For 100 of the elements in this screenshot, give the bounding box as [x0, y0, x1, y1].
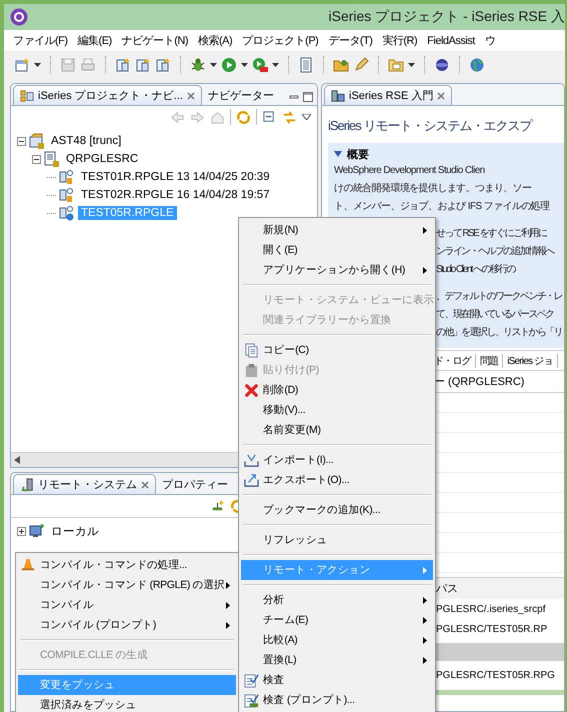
paragraph-line: WebSphere Development Studio Clien [334, 164, 486, 178]
file-icon[interactable] [135, 57, 151, 73]
new-file-icon[interactable] [14, 57, 30, 73]
menu-item[interactable]: プロジェクト(P) [237, 33, 324, 48]
menu-item[interactable]: コンパイル・コマンド (RPGLE) の選択 [18, 575, 236, 595]
checklist-icon [244, 672, 259, 688]
menu-item[interactable]: 編集(E) [72, 33, 117, 48]
tab[interactable]: ナビゲーター [202, 85, 280, 105]
pen-icon[interactable] [353, 57, 369, 73]
project-navigator-icon [20, 88, 34, 102]
menu-item[interactable]: 検査 [241, 670, 433, 690]
globe-icon[interactable] [469, 57, 485, 73]
traffic-cone-icon [21, 558, 36, 572]
paragraph-line: の他」を選択し、リストから「リ [436, 326, 564, 340]
window-title: iSeries プロジェクト - iSeries RSE 入 [328, 8, 565, 26]
menu-item[interactable]: エクスポート(O)... [241, 470, 433, 490]
menu-item[interactable]: ファイル(F) [8, 33, 73, 48]
paragraph-line: Studio Client への移行の [436, 263, 517, 277]
member-icon [59, 205, 75, 221]
import-icon [244, 452, 259, 468]
tree-item[interactable]: QRPGLESRC [63, 152, 142, 166]
close-icon[interactable] [437, 92, 446, 100]
paragraph-line: ト、メンバー、ジョブ、および IFS ファイルの処理 [334, 200, 551, 214]
section-title: 概要 [347, 148, 369, 162]
folder-icon[interactable] [333, 57, 349, 73]
expanded-triangle-icon[interactable] [334, 151, 342, 157]
tab[interactable]: iSeries ジョ [503, 354, 558, 368]
menu-item[interactable]: コンパイル・コマンドの処理... [18, 555, 236, 575]
table-cell: PGLESRC/TEST05R.RPG [436, 670, 555, 680]
menu-item[interactable]: コピー(C) [241, 340, 433, 360]
tree-item[interactable]: TEST01R.RPGLE 13 14/04/25 20:39 [78, 170, 273, 184]
delete-icon [244, 382, 259, 398]
expand-icon[interactable] [17, 526, 26, 536]
checklist-icon [244, 692, 259, 708]
server-tree-icon [20, 478, 34, 492]
table-cell: PGLESRC/TEST05R.RP [436, 624, 548, 634]
caret-icon[interactable] [34, 63, 41, 67]
export-icon [244, 472, 259, 488]
tree-item[interactable]: TEST02R.RPGLE 16 14/04/28 19:57 [78, 188, 273, 202]
menu-item[interactable]: 検索(A) [193, 33, 238, 48]
tab[interactable]: 問題 [476, 354, 504, 368]
paragraph-line: て、現在開いているパースペク [436, 308, 555, 322]
tab[interactable]: iSeries RSE 入門 [324, 85, 452, 105]
menu-item[interactable]: 実行(R) [377, 33, 422, 48]
collapse-icon[interactable] [32, 154, 41, 164]
collapse-icon[interactable] [17, 136, 26, 146]
file-icon[interactable] [155, 57, 171, 73]
menu-item[interactable]: 名前変更(M) [241, 420, 433, 440]
caret-icon[interactable] [408, 63, 415, 67]
paragraph-line: ンライン・ヘルプの追加情報へ [436, 244, 556, 259]
menu-item[interactable]: リフレッシュ [241, 530, 433, 550]
app-logo-icon [10, 8, 28, 26]
view-menu-icon[interactable] [302, 114, 311, 120]
paragraph-line: せって RSE をすぐにご利用に [436, 226, 548, 241]
server-view-icon [331, 88, 345, 102]
tab[interactable]: リモート・システム [13, 474, 156, 494]
source-file-icon [44, 151, 60, 167]
file-icon[interactable] [115, 57, 131, 73]
run-icon[interactable] [252, 57, 268, 73]
close-icon[interactable] [141, 480, 149, 488]
table-cell: PGLESRC/.iseries_srcpf [436, 604, 546, 614]
menu-item[interactable]: 選択済みをプッシュ [18, 695, 236, 712]
tree-item[interactable]: AST48 [trunc] [48, 134, 124, 148]
menu-item[interactable]: 開く(E) [241, 240, 433, 260]
tree-item[interactable]: ローカル [48, 522, 102, 540]
paragraph-line: けの統合開発環境を提供します。つまり、ソー [334, 182, 532, 196]
menu-item[interactable]: アプリケーションから開く(H) [241, 260, 433, 280]
menu-item[interactable]: ウ [480, 33, 500, 48]
computer-icon [29, 523, 45, 539]
clipboard-icon [244, 362, 259, 378]
new-connection-icon[interactable] [210, 498, 225, 514]
menu-item[interactable]: FieldAssist [422, 34, 480, 46]
menu-item[interactable]: インポート(I)... [241, 450, 433, 470]
menu-item[interactable]: 分析 [241, 590, 433, 610]
tab[interactable]: プロパティー [156, 474, 234, 494]
menu-item[interactable]: 比較(A) [241, 630, 433, 650]
tab[interactable]: iSeries プロジェクト・ナビ... [13, 85, 202, 105]
sphere-icon[interactable] [434, 57, 450, 73]
member-icon [59, 169, 75, 185]
close-icon[interactable] [186, 92, 195, 100]
library-icon [29, 133, 45, 149]
column-header: パス [436, 582, 458, 596]
document-icon[interactable] [298, 57, 314, 73]
caret-icon[interactable] [241, 63, 248, 67]
menu-item[interactable]: ナビゲート(N) [116, 33, 193, 48]
menu-item[interactable]: コンパイル (プロンプト) [18, 615, 236, 635]
scroll-left-icon[interactable] [14, 456, 20, 464]
menu-item[interactable]: 検査 (プロンプト)... [241, 690, 433, 710]
caret-icon[interactable] [272, 63, 279, 67]
menu-item[interactable]: コンパイル [18, 595, 236, 615]
menu-item[interactable]: 新規(N) [241, 220, 433, 240]
paragraph-line: 、デフォルトのワークベンチ・レ [436, 290, 564, 304]
menu-item[interactable]: チーム(E) [241, 610, 433, 630]
menu-item[interactable]: 置換(L) [241, 650, 433, 670]
bug-icon[interactable] [190, 57, 206, 73]
menu-item[interactable]: 移動(V)... [241, 400, 433, 420]
menu-item[interactable]: ブックマークの追加(K)... [241, 500, 433, 520]
menu-item[interactable]: データ(T) [323, 33, 378, 48]
caret-icon[interactable] [210, 63, 217, 67]
maximize-icon[interactable] [303, 92, 313, 102]
